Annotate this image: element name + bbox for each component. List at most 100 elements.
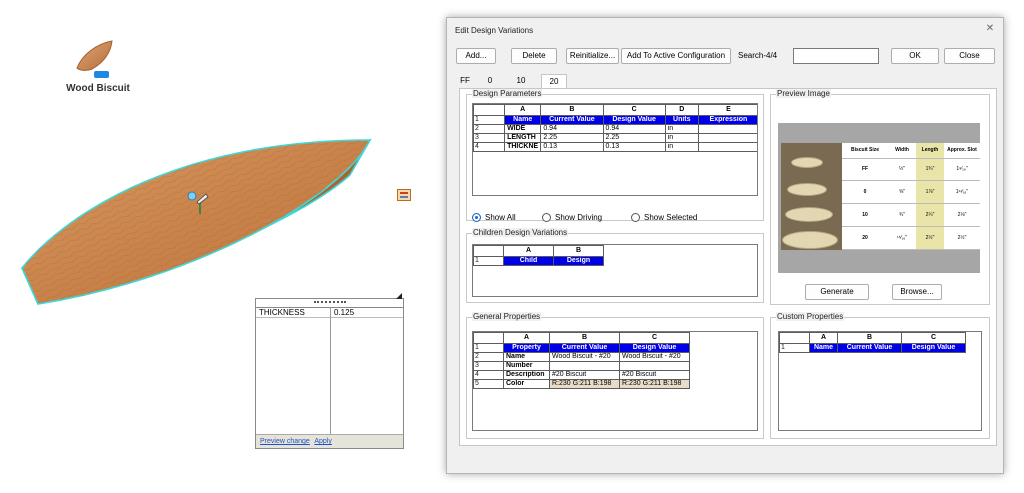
design-table-icon[interactable] [397,189,411,201]
param-name-cell[interactable]: WIDE [504,124,542,134]
property-cell[interactable]: Number [503,361,550,371]
col-e[interactable]: E [697,104,757,116]
current-value-cell[interactable]: Wood Biscuit - #20 [549,352,620,362]
current-value-cell[interactable]: 0.13 [540,142,604,152]
table-header-row: 1 Property Current Value Design Value [473,343,690,353]
slot-cell: 1¹¹⁄₁₆" [944,180,980,205]
table-row[interactable]: 3 LENGTH 2.25 2.25 in [473,133,757,143]
close-button[interactable]: Close [944,48,995,64]
generate-button[interactable]: Generate [805,284,869,300]
dialog-title: Edit Design Variations [455,26,534,35]
current-value-cell[interactable]: #20 Biscuit [549,370,620,380]
equation-popup: THICKNESS 0.125 Preview change Apply [255,293,404,449]
row-number: 2 [473,352,504,362]
size-cell: FF [842,158,888,182]
children-sheet[interactable]: A B 1 Child Design [472,244,758,297]
row-number: 1 [473,343,504,353]
add-button[interactable]: Add... [456,48,496,64]
search-input[interactable] [793,48,879,64]
design-value-cell[interactable]: 0.94 [602,124,666,134]
ok-button[interactable]: OK [891,48,939,64]
custom-properties-sheet[interactable]: A B C 1 Name Current Value Design Value [778,331,982,431]
param-name-cell[interactable]: LENGTH [504,133,542,143]
custom-properties-label: Custom Properties [776,312,845,321]
tab-20[interactable]: 20 [541,74,567,89]
size-cell: 0 [842,180,888,205]
length-cell: 1¾" [916,158,944,182]
property-cell[interactable]: Description [503,370,550,380]
expression-cell[interactable] [697,133,757,143]
design-parameters-sheet[interactable]: A B C D E 1 Name Current Value Design Va… [472,103,758,196]
design-parameters-label: Design Parameters [472,89,543,98]
table-row[interactable]: 2 Name Wood Biscuit - #20 Wood Biscuit -… [473,352,690,362]
row-number: 1 [779,343,810,353]
slot-cell: 1⁹⁄₁₆" [944,158,980,182]
design-value-cell[interactable]: 2.25 [602,133,666,143]
design-value-cell[interactable]: #20 Biscuit [619,370,690,380]
col-b[interactable]: B [540,104,604,116]
units-cell[interactable]: in [664,142,699,152]
design-value-cell[interactable]: 0.13 [602,142,666,152]
current-value-cell[interactable]: 2.25 [540,133,604,143]
col-b[interactable]: B [837,332,902,344]
row-number: 5 [473,379,504,389]
current-value-cell[interactable]: 0.94 [540,124,604,134]
show-driving-radio[interactable]: Show Driving [542,213,602,223]
show-driving-label: Show Driving [555,213,603,222]
browse-button[interactable]: Browse... [892,284,942,300]
color-design-cell[interactable]: R:230 G:211 B:198 [619,379,690,389]
col-c[interactable]: C [619,332,690,344]
column-header-row: A B C [473,332,690,344]
popup-corner-icon [396,293,402,299]
preview-change-link[interactable]: Preview change [260,438,310,445]
add-to-active-configuration-button[interactable]: Add To Active Configuration [621,48,731,64]
tab-10[interactable]: 10 [513,74,529,88]
header-child: Child [503,256,554,266]
current-value-cell[interactable] [549,361,620,371]
table-row[interactable]: 4 Description #20 Biscuit #20 Biscuit [473,370,690,380]
col-a[interactable]: A [503,332,550,344]
col-a[interactable]: A [503,245,554,257]
col-b[interactable]: B [553,245,604,257]
col-a[interactable]: A [809,332,838,344]
row-number: 3 [473,133,506,143]
general-properties-sheet[interactable]: A B C 1 Property Current Value Design Va… [472,331,758,431]
tab-ff[interactable]: FF [458,74,472,88]
color-current-cell[interactable]: R:230 G:211 B:198 [549,379,620,389]
delete-button[interactable]: Delete [511,48,557,64]
table-row[interactable]: 4 THICKNE 0.13 0.13 in [473,142,757,152]
column-header-row: A B C D E [473,104,757,116]
design-value-cell[interactable]: Wood Biscuit - #20 [619,352,690,362]
reinitialize-button[interactable]: Reinitialize... [566,48,619,64]
column-divider [330,307,331,435]
wood-biscuit-3d-model[interactable] [0,110,440,330]
equation-param-value[interactable]: 0.125 [334,308,354,318]
units-cell[interactable]: in [664,133,699,143]
show-all-radio[interactable]: Show All [472,213,516,223]
apply-link[interactable]: Apply [314,438,332,445]
property-cell[interactable]: Color [503,379,550,389]
table-row[interactable]: 3 Number [473,361,690,371]
units-cell[interactable]: in [664,124,699,134]
popup-grip-handle[interactable] [314,301,346,304]
close-icon[interactable]: ✕ [984,23,996,35]
expression-cell[interactable] [697,142,757,152]
design-value-cell[interactable] [619,361,690,371]
header-name: Name [809,343,838,353]
general-properties-label: General Properties [472,312,542,321]
show-selected-radio[interactable]: Show Selected [631,213,697,223]
table-row[interactable]: 5 Color R:230 G:211 B:198 R:230 G:211 B:… [473,379,690,389]
tab-0[interactable]: 0 [484,74,496,88]
col-c[interactable]: C [901,332,966,344]
col-d[interactable]: D [664,104,699,116]
expression-cell[interactable] [697,124,757,134]
param-name-cell[interactable]: THICKNE [504,142,542,152]
col-b[interactable]: B [549,332,620,344]
length-cell: 2¼" [916,203,944,228]
header-design-value: Design Value [619,343,690,353]
header-design: Design [553,256,604,266]
col-c[interactable]: C [602,104,666,116]
property-cell[interactable]: Name [503,352,550,362]
table-row[interactable]: 2 WIDE 0.94 0.94 in [473,124,757,134]
col-a[interactable]: A [504,104,542,116]
